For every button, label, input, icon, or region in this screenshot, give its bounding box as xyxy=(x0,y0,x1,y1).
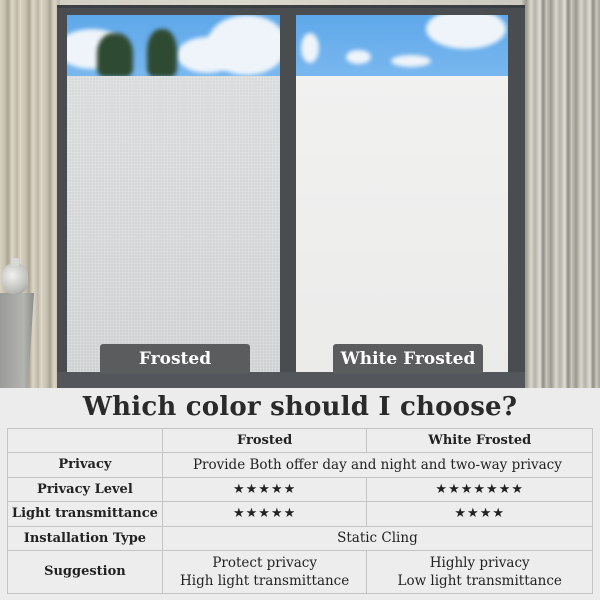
suggestion-white-frosted-line-2: Low light transmittance xyxy=(397,573,562,589)
light-transmittance-white-frosted-stars: ★★★★ xyxy=(366,501,593,527)
table-row: Privacy Provide Both offer day and night… xyxy=(7,452,594,478)
window-sill xyxy=(57,372,525,388)
table-row: Installation Type Static Cling xyxy=(7,525,594,551)
suggestion-white-frosted-line-1: Highly privacy xyxy=(429,555,530,571)
light-transmittance-frosted-stars: ★★★★★ xyxy=(161,501,368,527)
table-row: Light transmittance ★★★★★ ★★★★ xyxy=(7,501,593,527)
product-photo: Frosted White Frosted xyxy=(0,0,600,388)
suggestion-frosted-line-1: Protect privacy xyxy=(212,555,317,571)
privacy-value: Provide Both offer day and night and two… xyxy=(161,452,594,478)
page-title: Which color should I choose? xyxy=(82,392,518,422)
white-frosted-film xyxy=(296,76,508,372)
table-row: Suggestion Protect privacy High light tr… xyxy=(7,550,593,594)
vase xyxy=(2,258,28,294)
row-label-light-transmittance: Light transmittance xyxy=(7,501,163,527)
installation-type-value: Static Cling xyxy=(161,525,594,551)
row-label-privacy: Privacy xyxy=(7,452,163,478)
window-pane-white-frosted xyxy=(296,15,508,372)
window-pane-frosted xyxy=(67,15,280,372)
header-empty-cell xyxy=(7,428,163,453)
header-frosted: Frosted xyxy=(161,428,368,453)
table-header-row: Frosted White Frosted xyxy=(7,428,593,453)
header-white-frosted: White Frosted xyxy=(366,428,593,453)
row-label-suggestion: Suggestion xyxy=(7,550,163,594)
sky xyxy=(296,15,508,76)
row-label-privacy-level: Privacy Level xyxy=(7,476,163,502)
label-white-frosted: White Frosted xyxy=(333,344,483,374)
suggestion-white-frosted: Highly privacy Low light transmittance xyxy=(366,550,593,594)
suggestion-frosted-line-2: High light transmittance xyxy=(180,573,350,589)
label-frosted: Frosted xyxy=(100,344,250,374)
row-label-installation-type: Installation Type xyxy=(7,525,163,551)
table-row: Privacy Level ★★★★★ ★★★★★★★ xyxy=(7,476,593,502)
comparison-table: Frosted White Frosted Privacy Provide Bo… xyxy=(7,428,594,594)
sky xyxy=(67,15,280,77)
suggestion-frosted: Protect privacy High light transmittance xyxy=(161,550,368,594)
curtain-right xyxy=(522,0,600,388)
frosted-film xyxy=(67,76,280,372)
privacy-level-white-frosted-stars: ★★★★★★★ xyxy=(366,476,593,502)
privacy-level-frosted-stars: ★★★★★ xyxy=(161,476,368,502)
